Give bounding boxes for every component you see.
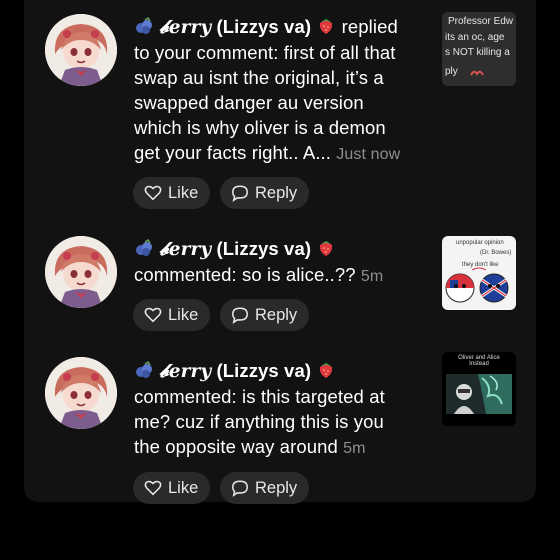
notification-line: me? cuz if anything this is you bbox=[134, 411, 384, 432]
notifications-panel: 𝓫erry (Lizzys va) replied to your commen… bbox=[24, 0, 536, 504]
avatar-image bbox=[45, 357, 117, 429]
timestamp: 5m bbox=[343, 440, 366, 457]
thumbnail-text: ply bbox=[445, 66, 458, 77]
like-label: Like bbox=[168, 184, 199, 202]
timestamp: Just now bbox=[336, 146, 401, 163]
username-script[interactable]: 𝓫erry bbox=[159, 361, 211, 382]
avatar[interactable] bbox=[45, 357, 117, 429]
thumbnail-art bbox=[446, 374, 512, 414]
blueberry-icon bbox=[134, 361, 154, 379]
like-label: Like bbox=[168, 479, 199, 497]
notification-text: 𝓫erry (Lizzys va) commented: is this tar… bbox=[134, 358, 432, 461]
action-text: replied bbox=[341, 16, 398, 37]
username-script[interactable]: 𝓫erry bbox=[159, 239, 211, 260]
like-button[interactable]: Like bbox=[133, 299, 211, 331]
heart-icon bbox=[144, 185, 162, 201]
reply-button[interactable]: Reply bbox=[220, 177, 310, 209]
thumbnail-emoji-icon bbox=[470, 66, 484, 76]
heart-icon bbox=[144, 480, 162, 496]
speech-bubble-icon bbox=[232, 185, 248, 202]
thumbnail-text: Professor Edw bbox=[448, 16, 514, 27]
notification-line: commented: so is alice..?? 5m bbox=[134, 262, 432, 289]
like-label: Like bbox=[168, 306, 199, 324]
reply-label: Reply bbox=[255, 479, 298, 497]
avatar[interactable] bbox=[45, 236, 117, 308]
thumbnail-art bbox=[445, 267, 509, 303]
like-button[interactable]: Like bbox=[133, 177, 211, 209]
thumbnail-text: s NOT killing a bbox=[445, 47, 510, 58]
username[interactable]: (Lizzys va) bbox=[216, 238, 311, 259]
username[interactable]: (Lizzys va) bbox=[216, 16, 311, 37]
reply-label: Reply bbox=[255, 306, 298, 324]
notification-line: swap au isnt the original, it’s a bbox=[134, 67, 384, 88]
notification-text: 𝓫erry (Lizzys va) replied to your commen… bbox=[134, 14, 432, 167]
notification-line: which is why oliver is a demon bbox=[134, 117, 386, 138]
notification-line: get your facts right.. A... Just now bbox=[134, 140, 432, 167]
thumbnail-text: its an oc, age bbox=[445, 32, 505, 43]
avatar-image bbox=[45, 14, 117, 86]
post-thumbnail[interactable]: Oliver and Alice Instead bbox=[442, 352, 516, 426]
avatar[interactable] bbox=[45, 14, 117, 86]
notification-line: the opposite way around 5m bbox=[134, 434, 432, 461]
post-thumbnail[interactable]: unpopular opinion (Dr. Bowes) they don't… bbox=[442, 236, 516, 310]
speech-bubble-icon bbox=[232, 307, 248, 324]
like-button[interactable]: Like bbox=[133, 472, 211, 504]
heart-icon bbox=[144, 307, 162, 323]
strawberry-icon bbox=[316, 361, 336, 379]
strawberry-icon bbox=[316, 17, 336, 35]
notification-line: swapped danger au version bbox=[134, 92, 364, 113]
username-script[interactable]: 𝓫erry bbox=[159, 17, 211, 38]
comment-excerpt: get your facts right.. A... bbox=[134, 142, 332, 163]
notification-line: commented: is this targeted at bbox=[134, 386, 385, 407]
reply-label: Reply bbox=[255, 184, 298, 202]
comment-excerpt: commented: so is alice..?? bbox=[134, 264, 356, 285]
blueberry-icon bbox=[134, 239, 154, 257]
reply-button[interactable]: Reply bbox=[220, 299, 310, 331]
blueberry-icon bbox=[134, 17, 154, 35]
notification-line: 𝓫erry (Lizzys va) bbox=[134, 358, 432, 384]
notification-line: 𝓫erry (Lizzys va) bbox=[134, 236, 432, 262]
reply-button[interactable]: Reply bbox=[220, 472, 310, 504]
username[interactable]: (Lizzys va) bbox=[216, 360, 311, 381]
notification-line: to your comment: first of all that bbox=[134, 42, 396, 63]
comment-excerpt: the opposite way around bbox=[134, 436, 338, 457]
notification-text: 𝓫erry (Lizzys va) commented: so is alice… bbox=[134, 236, 432, 289]
notification-line: 𝓫erry (Lizzys va) replied bbox=[134, 14, 432, 40]
strawberry-icon bbox=[316, 239, 336, 257]
timestamp: 5m bbox=[360, 268, 384, 285]
avatar-image bbox=[45, 236, 117, 308]
post-thumbnail[interactable]: Professor Edw its an oc, age s NOT killi… bbox=[442, 12, 516, 86]
speech-bubble-icon bbox=[232, 480, 248, 497]
